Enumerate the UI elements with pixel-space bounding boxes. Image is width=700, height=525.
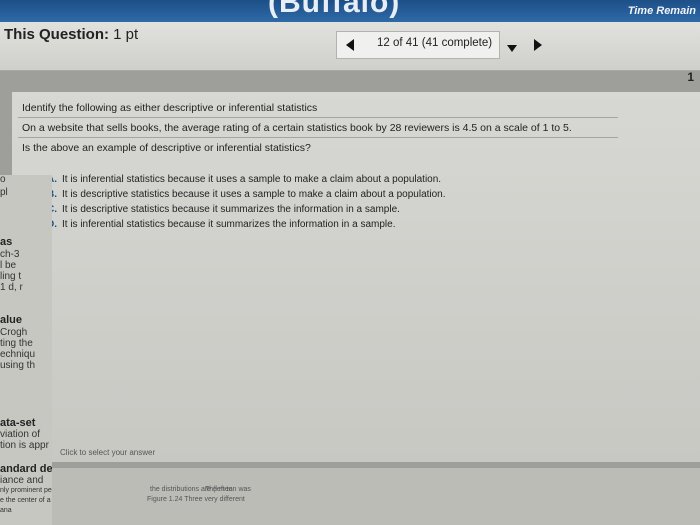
background-textbook-page: o pl as ch-3 l be ling t 1 d, r alue Cro… bbox=[0, 175, 52, 525]
question-title: This Question: 1 pt bbox=[4, 26, 138, 43]
time-remaining-label: Time Remain bbox=[627, 5, 696, 17]
background-text: ata-set bbox=[0, 417, 36, 429]
question-prompt: Is the above an example of descriptive o… bbox=[22, 142, 311, 154]
question-panel: Identify the following as either descrip… bbox=[12, 92, 700, 462]
background-page-footer: the distributions are (left to The mean … bbox=[52, 468, 700, 525]
background-text: e the center of a data set, but the bbox=[0, 497, 52, 504]
background-text: ting the bbox=[0, 338, 33, 349]
background-text: iance and bbox=[0, 475, 44, 486]
background-text: using th bbox=[0, 360, 36, 371]
option-text: It is descriptive statistics because it … bbox=[62, 204, 400, 215]
background-text: Crogh bbox=[0, 327, 28, 338]
answer-option-b[interactable]: B. It is descriptive statistics because … bbox=[32, 189, 446, 200]
background-text: ling t bbox=[0, 271, 22, 282]
next-question-icon[interactable] bbox=[534, 39, 542, 51]
option-text: It is inferential statistics because it … bbox=[62, 219, 396, 230]
question-progress-dropdown[interactable]: 12 of 41 (41 complete) bbox=[377, 37, 492, 49]
background-text: as bbox=[0, 236, 13, 248]
question-points: 1 pt bbox=[109, 26, 139, 43]
option-text: It is descriptive statistics because it … bbox=[62, 189, 446, 200]
background-text: o bbox=[0, 175, 6, 185]
background-text: ch-3 bbox=[0, 249, 20, 260]
chevron-down-icon[interactable] bbox=[507, 45, 517, 52]
previous-question-icon[interactable] bbox=[346, 39, 354, 51]
background-text: tion is appr bbox=[0, 440, 49, 451]
background-text: 1 d, r bbox=[0, 282, 23, 293]
question-scenario: On a website that sells books, the avera… bbox=[22, 122, 572, 134]
background-text: l be bbox=[0, 260, 17, 271]
background-text: ana bbox=[0, 507, 12, 514]
background-text: alue bbox=[0, 314, 23, 326]
divider bbox=[18, 117, 618, 118]
background-text: pl bbox=[0, 187, 8, 198]
answer-option-d[interactable]: D. It is inferential statistics because … bbox=[32, 219, 395, 230]
top-bar: (Buffalo) Time Remain bbox=[0, 0, 700, 22]
background-text: The mean was bbox=[205, 486, 251, 493]
answer-option-c[interactable]: C. It is descriptive statistics because … bbox=[32, 204, 400, 215]
background-text: Figure 1.24 Three very different bbox=[147, 496, 245, 503]
background-text: viation of bbox=[0, 429, 41, 440]
question-title-label: This Question: bbox=[4, 26, 109, 43]
question-instruction: Identify the following as either descrip… bbox=[22, 102, 318, 114]
background-text: andard de bbox=[0, 463, 52, 475]
course-title: (Buffalo) bbox=[268, 0, 401, 19]
option-text: It is inferential statistics because it … bbox=[62, 174, 442, 185]
divider bbox=[18, 137, 618, 138]
background-text: echniqu bbox=[0, 349, 36, 360]
background-text: nly prominent peaks bbox=[0, 487, 52, 494]
answer-option-a[interactable]: A. It is inferential statistics because … bbox=[32, 174, 441, 185]
corner-number: 1 bbox=[687, 70, 694, 84]
click-to-select-hint: Click to select your answer bbox=[60, 448, 156, 457]
question-navigator: 12 of 41 (41 complete) bbox=[336, 31, 500, 59]
